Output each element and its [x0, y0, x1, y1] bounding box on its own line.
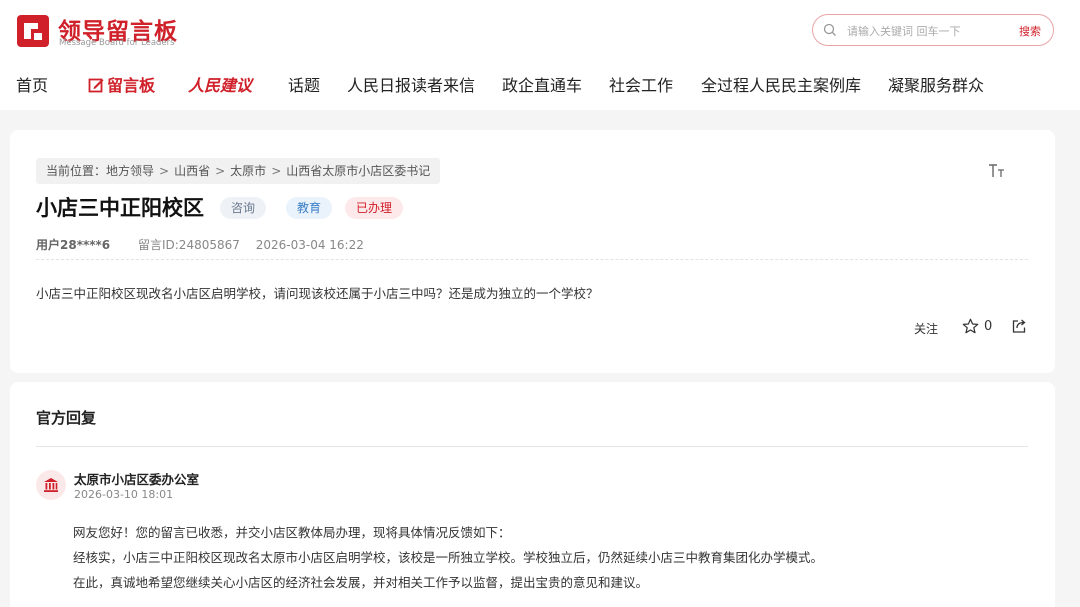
main-nav: 首页 留言板 人民建议 话题 人民日报读者来信 政企直通车 社会工作 全过程人民…: [0, 68, 1080, 100]
breadcrumb: 当前位置：地方领导 > 山西省 > 太原市 > 山西省太原市小店区委书记: [36, 158, 441, 184]
reply-time: 2026-03-10 18:01: [74, 488, 174, 501]
nav-item-message-board[interactable]: 留言板: [88, 72, 155, 96]
nav-item-topics[interactable]: 话题: [288, 72, 320, 96]
message-title: 小店三中正阳校区: [36, 196, 204, 220]
breadcrumb-item[interactable]: 山西省: [174, 164, 210, 178]
message-content: 小店三中正阳校区现改名小店区启明学校，请问现该校还属于小店三中吗？还是成为独立的…: [36, 286, 599, 301]
message-user: 用户28****6: [36, 238, 111, 252]
breadcrumb-item[interactable]: 山西省太原市小店区委书记: [286, 164, 430, 178]
share-icon[interactable]: [1011, 318, 1027, 334]
message-time: 2026-03-04 16:22: [255, 238, 364, 252]
breadcrumb-separator: >: [215, 164, 226, 178]
nav-item-social-work[interactable]: 社会工作: [609, 72, 673, 96]
government-building-icon: [44, 478, 58, 492]
official-reply-card: 官方回复 太原市小店区委办公室 2026-03-10 18:01 网友您好！您的…: [10, 382, 1055, 607]
nav-item-serve-masses[interactable]: 凝聚服务群众: [888, 72, 984, 96]
logo-subtitle: Message Board for Leaders: [59, 38, 175, 48]
nav-item-democracy-cases[interactable]: 全过程人民民主案例库: [701, 72, 861, 96]
site-logo[interactable]: 领导留言板 Message Board for Leaders: [16, 12, 206, 50]
message-meta: 用户28****6 留言ID:24805867 2026-03-04 16:22: [36, 236, 364, 253]
divider: [36, 259, 1028, 260]
site-header: 领导留言板 Message Board for Leaders 搜索 首页 留言…: [0, 0, 1080, 110]
font-size-icon[interactable]: [988, 163, 1006, 179]
avatar: [36, 470, 66, 500]
reply-line: 网友您好！您的留言已收悉，并交小店区教体局办理，现将具体情况反馈如下：: [73, 525, 511, 540]
message-id: 留言ID:24805867: [137, 238, 240, 252]
nav-item-home[interactable]: 首页: [16, 72, 48, 96]
search-box: 搜索: [812, 14, 1054, 46]
like-count: 0: [984, 319, 993, 334]
nav-item-people-suggestions[interactable]: 人民建议: [188, 72, 252, 96]
search-button[interactable]: 搜索: [1019, 23, 1041, 39]
search-input[interactable]: [847, 22, 1007, 40]
tag-consult: 咨询: [220, 197, 267, 219]
tag-status-done: 已办理: [345, 197, 404, 219]
breadcrumb-item[interactable]: 地方领导: [106, 164, 154, 178]
breadcrumb-prefix: 当前位置：: [46, 164, 107, 178]
reply-organization: 太原市小店区委办公室: [74, 472, 200, 487]
reply-heading: 官方回复: [36, 409, 97, 427]
breadcrumb-item[interactable]: 太原市: [230, 164, 266, 178]
nav-item-message-board-label: 留言板: [107, 76, 156, 95]
logo-mark-icon: [17, 15, 49, 47]
reply-line: 经核实，小店三中正阳校区现改名太原市小店区启明学校，该校是一所独立学校。学校独立…: [73, 550, 824, 565]
star-icon[interactable]: [962, 318, 979, 335]
nav-item-readers-letters[interactable]: 人民日报读者来信: [347, 72, 475, 96]
breadcrumb-separator: >: [271, 164, 282, 178]
search-icon: [823, 23, 836, 36]
reply-line: 在此，真诚地希望您继续关心小店区的经济社会发展，并对相关工作予以监督，提出宝贵的…: [73, 575, 649, 590]
tag-education: 教育: [286, 197, 333, 219]
divider: [36, 446, 1028, 447]
reply-body: 网友您好！您的留言已收悉，并交小店区教体局办理，现将具体情况反馈如下： 经核实，…: [73, 520, 823, 595]
message-card: 当前位置：地方领导 > 山西省 > 太原市 > 山西省太原市小店区委书记 小店三中正阳校区 …: [10, 130, 1055, 373]
breadcrumb-separator: >: [159, 164, 170, 178]
edit-icon: [88, 78, 104, 93]
follow-button[interactable]: 关注: [914, 320, 938, 337]
nav-item-enterprise-express[interactable]: 政企直通车: [502, 72, 582, 96]
